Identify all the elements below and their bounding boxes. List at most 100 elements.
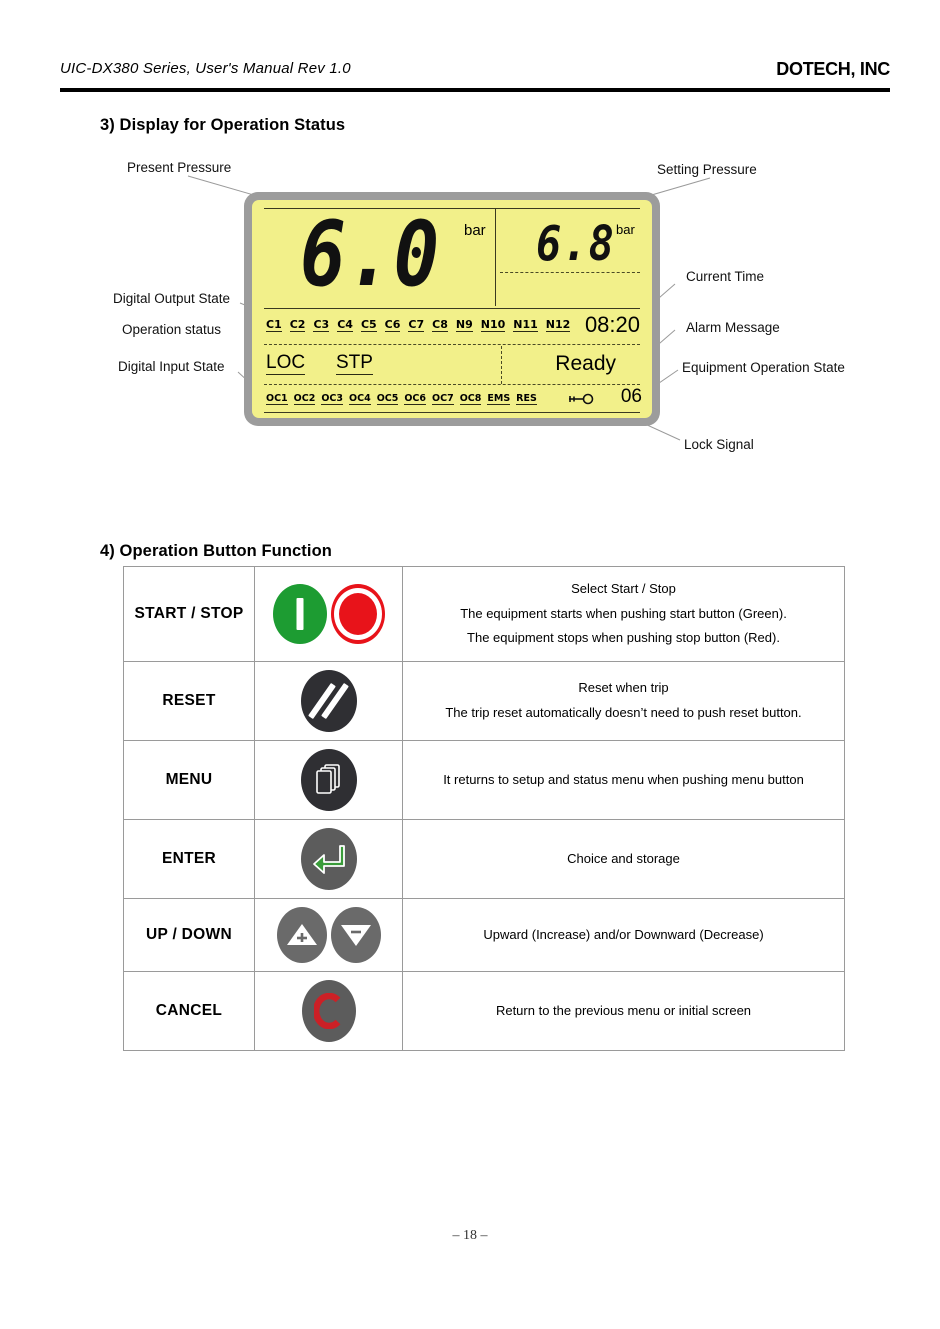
output-state-c6: C6 bbox=[384, 318, 401, 332]
button-description-cell: Select Start / Stop The equipment starts … bbox=[402, 565, 845, 663]
description-line: Choice and storage bbox=[567, 850, 680, 866]
callout-operation-status: Operation status bbox=[122, 322, 222, 337]
lcd-display: 6.0 bar 6.8 bar C1 C2 C3 C4 C5 C6 C7 C8 N9 N10 N11… bbox=[244, 192, 660, 426]
current-time-value: 08:20 bbox=[584, 312, 640, 337]
button-name-cell: UP / DOWN bbox=[123, 898, 255, 973]
button-name-cell: RESET bbox=[123, 661, 255, 742]
button-name-cell: START / STOP bbox=[123, 565, 255, 663]
button-description-cell: Return to the previous menu or initial s… bbox=[402, 971, 845, 1052]
input-state-oc5: OC5 bbox=[376, 393, 399, 405]
table-row: RESET Reset when trip The trip reset autom… bbox=[123, 661, 845, 742]
present-pressure-unit: bar bbox=[464, 222, 486, 239]
section-heading-display-status: 3) Display for Operation Status bbox=[100, 116, 346, 134]
enter-button-icon[interactable] bbox=[300, 828, 357, 891]
callout-current-time: Current Time bbox=[686, 269, 765, 284]
button-name-cell: ENTER bbox=[123, 819, 255, 900]
setting-pressure-unit: bar bbox=[616, 222, 635, 237]
table-row: START / STOP Select Start / Stop The equip… bbox=[123, 565, 845, 663]
callout-alarm-message: Alarm Message bbox=[686, 320, 780, 335]
input-state-oc8: OC8 bbox=[459, 393, 482, 405]
button-description-cell: Upward (Increase) and/or Downward (Decre… bbox=[402, 898, 845, 973]
lcd-screen: 6.0 bar 6.8 bar C1 C2 C3 C4 C5 C6 C7 C8 N9 N10 N11… bbox=[252, 200, 652, 418]
description-line: The equipment stops when pushing stop bu… bbox=[467, 630, 780, 646]
input-state-oc1: OC1 bbox=[266, 393, 288, 405]
table-row: CANCEL Return to the previous menu or ini… bbox=[123, 971, 845, 1052]
lcd-mid-rule bbox=[264, 308, 640, 309]
operation-button-table: START / STOP Select Start / Stop The equip… bbox=[123, 565, 845, 1052]
input-state-oc3: OC3 bbox=[321, 393, 344, 405]
callout-setting-pressure: Setting Pressure bbox=[657, 162, 757, 177]
start-button-icon[interactable] bbox=[272, 584, 327, 645]
output-state-c2: C2 bbox=[289, 318, 306, 332]
output-state-c5: C5 bbox=[360, 318, 377, 332]
callout-present-pressure: Present Pressure bbox=[127, 160, 232, 175]
output-state-n10: N10 bbox=[480, 318, 506, 332]
header-divider bbox=[60, 88, 890, 92]
button-description-cell: Reset when trip The trip reset automatica… bbox=[402, 661, 845, 742]
description-line: Return to the previous menu or initial s… bbox=[495, 1002, 752, 1018]
digital-input-state-row: OC1 OC2 OC3 OC4 OC5 OC6 OC7 OC8 EMS RES bbox=[266, 393, 543, 405]
button-description-cell: Choice and storage bbox=[402, 819, 845, 900]
output-state-c7: C7 bbox=[408, 318, 425, 332]
button-icon-cell bbox=[254, 819, 403, 900]
button-name-cell: CANCEL bbox=[123, 971, 255, 1052]
stop-button-icon[interactable] bbox=[330, 584, 385, 645]
output-state-c8: C8 bbox=[432, 318, 448, 332]
callout-digital-output-state: Digital Output State bbox=[113, 291, 231, 306]
present-pressure-value: 6.0 bbox=[300, 201, 441, 307]
down-button-icon[interactable] bbox=[330, 907, 381, 964]
callout-digital-input-state: Digital Input State bbox=[118, 359, 225, 374]
section-heading-button-function: 4) Operation Button Function bbox=[100, 542, 332, 560]
description-line: The equipment starts when pushing start … bbox=[460, 605, 787, 621]
button-icon-cell bbox=[254, 661, 403, 742]
callout-equipment-operation-state: Equipment Operation State bbox=[682, 360, 845, 375]
icon-group bbox=[255, 749, 402, 812]
lcd-setting-dashed-rule bbox=[500, 272, 640, 273]
manual-page: UIC-DX380 Series, User's Manual Rev 1.0 … bbox=[0, 0, 940, 1329]
input-state-res: RES bbox=[516, 393, 537, 405]
icon-group bbox=[255, 584, 402, 645]
input-state-oc7: OC7 bbox=[432, 393, 454, 405]
button-icon-cell bbox=[254, 971, 403, 1052]
description-line: It returns to setup and status menu when… bbox=[443, 771, 804, 787]
lcd-status-dashed-top bbox=[264, 344, 640, 345]
digital-output-state-row: C1 C2 C3 C4 C5 C6 C7 C8 N9 N10 N11 N12 bbox=[266, 318, 578, 332]
manual-title: UIC-DX380 Series, User's Manual Rev 1.0 bbox=[60, 60, 351, 77]
operation-status-loc: LOC bbox=[266, 352, 306, 375]
description-line: Reset when trip bbox=[578, 680, 669, 696]
menu-button-icon[interactable] bbox=[300, 749, 357, 812]
table-row: MENU It returns to setup and status menu … bbox=[123, 740, 845, 821]
lcd-vertical-divider bbox=[495, 208, 496, 306]
page-header: UIC-DX380 Series, User's Manual Rev 1.0 … bbox=[60, 59, 890, 98]
input-state-oc4: OC4 bbox=[349, 393, 371, 405]
lcd-bottom-rule bbox=[264, 412, 640, 413]
input-state-oc2: OC2 bbox=[293, 393, 316, 405]
callout-lock-signal: Lock Signal bbox=[684, 437, 754, 452]
table-row: ENTER Choice and storage bbox=[123, 819, 845, 900]
description-line: Upward (Increase) and/or Downward (Decre… bbox=[483, 926, 764, 942]
company-brand: DOTECH, INC bbox=[776, 59, 890, 79]
button-icon-cell bbox=[254, 740, 403, 821]
setting-pressure-value: 6.8 bbox=[536, 215, 615, 272]
button-icon-cell bbox=[254, 565, 403, 663]
description-line: Select Start / Stop bbox=[571, 581, 676, 596]
equipment-operation-state-value: Ready bbox=[555, 352, 616, 375]
lcd-status-dashed-bottom bbox=[264, 384, 640, 385]
lcd-status-dashed-divider bbox=[501, 346, 502, 384]
page-number: – 18 – bbox=[452, 1228, 488, 1243]
output-state-c4: C4 bbox=[337, 318, 353, 332]
output-state-n9: N9 bbox=[455, 318, 473, 332]
output-state-c1: C1 bbox=[266, 318, 282, 332]
key-icon bbox=[568, 392, 594, 410]
input-state-ems: EMS bbox=[487, 393, 511, 405]
icon-group bbox=[255, 980, 402, 1043]
cancel-button-icon[interactable] bbox=[301, 980, 356, 1043]
lock-signal-code: 06 bbox=[620, 386, 642, 407]
description-line: The trip reset automatically doesn’t nee… bbox=[445, 705, 802, 721]
up-button-icon[interactable] bbox=[276, 907, 327, 964]
icon-group bbox=[255, 670, 402, 733]
output-state-c3: C3 bbox=[313, 318, 330, 332]
table-row: UP / DOWN Upward (Increase) and/or Downwa… bbox=[123, 898, 845, 973]
button-icon-cell bbox=[254, 898, 403, 973]
reset-button-icon[interactable] bbox=[300, 670, 357, 733]
